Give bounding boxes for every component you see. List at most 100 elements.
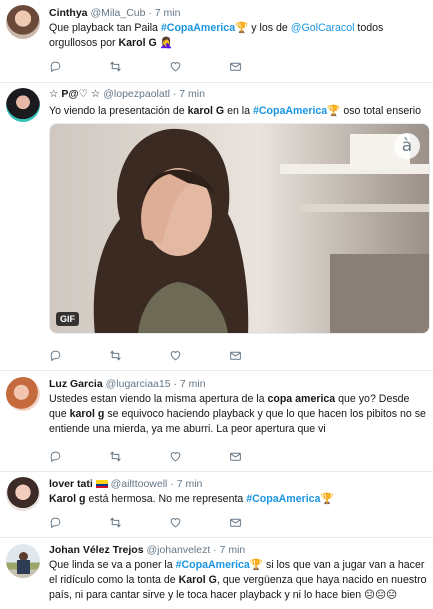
timestamp[interactable]: 7 min xyxy=(179,88,205,100)
avatar[interactable] xyxy=(6,477,40,511)
separator-dot: · xyxy=(170,478,174,490)
retweet-button[interactable] xyxy=(109,515,169,529)
colombia-flag-icon xyxy=(95,480,108,489)
envelope-icon xyxy=(230,518,241,527)
mention-link[interactable]: @GolCaracol xyxy=(291,22,355,34)
avatar[interactable] xyxy=(6,88,40,122)
tweet-text-segment: oso total enserio xyxy=(340,105,422,117)
gif-frame-image xyxy=(50,124,429,333)
trophy-emoji-icon: 🏆 xyxy=(249,559,264,571)
tweet-text: Que linda se va a poner la #CopaAmerica🏆… xyxy=(49,558,427,603)
tweet-header: Cinthya @Mila_Cub · 7 min xyxy=(49,6,427,20)
tweet-text-segment: Yo viendo la presentación de xyxy=(49,105,188,117)
tweet-text: Que playback tan Paila #CopaAmerica🏆 y l… xyxy=(49,21,427,51)
avatar[interactable] xyxy=(6,544,40,578)
direct-message-button[interactable] xyxy=(229,515,289,529)
bold-mention: karol G xyxy=(187,105,225,117)
display-name[interactable]: Johan Vélez Trejos xyxy=(49,544,144,556)
avatar[interactable] xyxy=(6,377,40,411)
trophy-emoji-icon: 🏆 xyxy=(327,105,341,117)
reply-icon xyxy=(50,350,61,361)
reply-button[interactable] xyxy=(49,449,109,463)
reply-button[interactable] xyxy=(49,515,109,529)
woman-emoji-icon: 🤦‍♀️ xyxy=(159,37,173,49)
direct-message-button[interactable] xyxy=(229,59,289,73)
display-name[interactable]: lover tati xyxy=(49,478,108,490)
like-button[interactable] xyxy=(169,449,229,463)
tweet-header: Johan Vélez Trejos @johanvelezt · 7 min xyxy=(49,543,427,557)
tweet-header: ☆ P@♡ ☆ @lopezpaolatl · 7 min xyxy=(49,87,427,101)
retweet-icon xyxy=(110,349,121,361)
reply-button[interactable] xyxy=(49,59,109,73)
tweet-item[interactable]: Cinthya @Mila_Cub · 7 min Que playback t… xyxy=(0,0,433,83)
watermark-logo: à xyxy=(394,133,420,159)
tweet-actions xyxy=(49,59,289,73)
direct-message-button[interactable] xyxy=(229,348,289,362)
reply-icon xyxy=(50,61,61,72)
timestamp[interactable]: 7 min xyxy=(155,7,181,19)
heart-icon xyxy=(170,350,181,360)
tweet-actions xyxy=(49,348,289,362)
separator-dot: · xyxy=(172,88,177,100)
trophy-emoji-icon: 🏆 xyxy=(320,493,334,505)
user-handle[interactable]: @lopezpaolatl xyxy=(103,88,170,100)
unamused-face-emoji-icon: 😑😑😑 xyxy=(364,589,398,601)
timestamp[interactable]: 7 min xyxy=(177,478,203,490)
hashtag-link[interactable]: #CopaAmerica xyxy=(161,22,235,34)
tweet-item[interactable]: ☆ P@♡ ☆ @lopezpaolatl · 7 min Yo viendo … xyxy=(0,83,433,371)
timestamp[interactable]: 7 min xyxy=(180,378,206,390)
tweet-text-segment: Ustedes estan viendo la misma apertura d… xyxy=(49,393,268,405)
like-button[interactable] xyxy=(169,348,229,362)
tweet-actions xyxy=(49,515,289,529)
tweet-item[interactable]: Luz Garcia @lugarciaa15 · 7 min Ustedes … xyxy=(0,371,433,472)
tweet-text-segment: en la xyxy=(224,105,253,117)
bold-mention: Karol G xyxy=(178,574,217,586)
direct-message-button[interactable] xyxy=(229,449,289,463)
user-handle[interactable]: @johanvelezt xyxy=(146,544,210,556)
bold-mention: Karol G xyxy=(118,37,157,49)
hashtag-link[interactable]: #CopaAmerica xyxy=(246,493,320,505)
tweet-header: Luz Garcia @lugarciaa15 · 7 min xyxy=(49,377,427,391)
envelope-icon xyxy=(230,452,241,461)
tweet-item[interactable]: lover tati @ailttoowell · 7 min Karol g … xyxy=(0,472,433,538)
retweet-button[interactable] xyxy=(109,449,169,463)
like-button[interactable] xyxy=(169,59,229,73)
tweet-text: Ustedes estan viendo la misma apertura d… xyxy=(49,392,427,437)
retweet-button[interactable] xyxy=(109,348,169,362)
tweet-text-segment: Que linda se va a poner la xyxy=(49,559,176,571)
separator-dot: · xyxy=(148,7,152,19)
bold-mention: Karol g xyxy=(49,493,86,505)
heart-icon xyxy=(170,517,181,527)
tweet-header: lover tati @ailttoowell · 7 min xyxy=(49,477,427,491)
envelope-icon xyxy=(230,351,241,360)
user-handle[interactable]: @ailttoowell xyxy=(111,478,168,490)
like-button[interactable] xyxy=(169,515,229,529)
heart-icon xyxy=(170,451,181,461)
avatar[interactable] xyxy=(6,5,40,39)
display-name[interactable]: Luz Garcia xyxy=(49,378,103,390)
tweet-text-segment: está hermosa. No me representa xyxy=(85,493,247,505)
display-name[interactable]: ☆ P@♡ ☆ xyxy=(49,88,100,100)
reply-icon xyxy=(50,451,61,462)
retweet-icon xyxy=(110,60,121,72)
tweet-item[interactable]: Johan Vélez Trejos @johanvelezt · 7 min … xyxy=(0,538,433,609)
reply-button[interactable] xyxy=(49,348,109,362)
tweet-text: Karol g está hermosa. No me representa #… xyxy=(49,492,427,507)
display-name[interactable]: Cinthya xyxy=(49,7,88,19)
retweet-icon xyxy=(110,450,121,462)
retweet-button[interactable] xyxy=(109,59,169,73)
bold-keyword: karol g xyxy=(69,408,105,420)
reply-icon xyxy=(50,517,61,528)
tweet-text-segment: se equivoco haciendo playback y que lo q… xyxy=(49,408,426,435)
user-handle[interactable]: @lugarciaa15 xyxy=(106,378,171,390)
separator-dot: · xyxy=(173,378,177,390)
tweet-text: Yo viendo la presentación de karol G en … xyxy=(49,104,427,119)
tweet-actions xyxy=(49,449,289,463)
hashtag-link[interactable]: #CopaAmerica xyxy=(253,105,327,117)
gif-media[interactable]: GIF à xyxy=(49,123,430,334)
envelope-icon xyxy=(230,62,241,71)
timestamp[interactable]: 7 min xyxy=(220,544,246,556)
bold-keyword: copa america xyxy=(267,393,336,405)
hashtag-link[interactable]: #CopaAmerica xyxy=(176,559,250,571)
user-handle[interactable]: @Mila_Cub xyxy=(90,7,145,19)
